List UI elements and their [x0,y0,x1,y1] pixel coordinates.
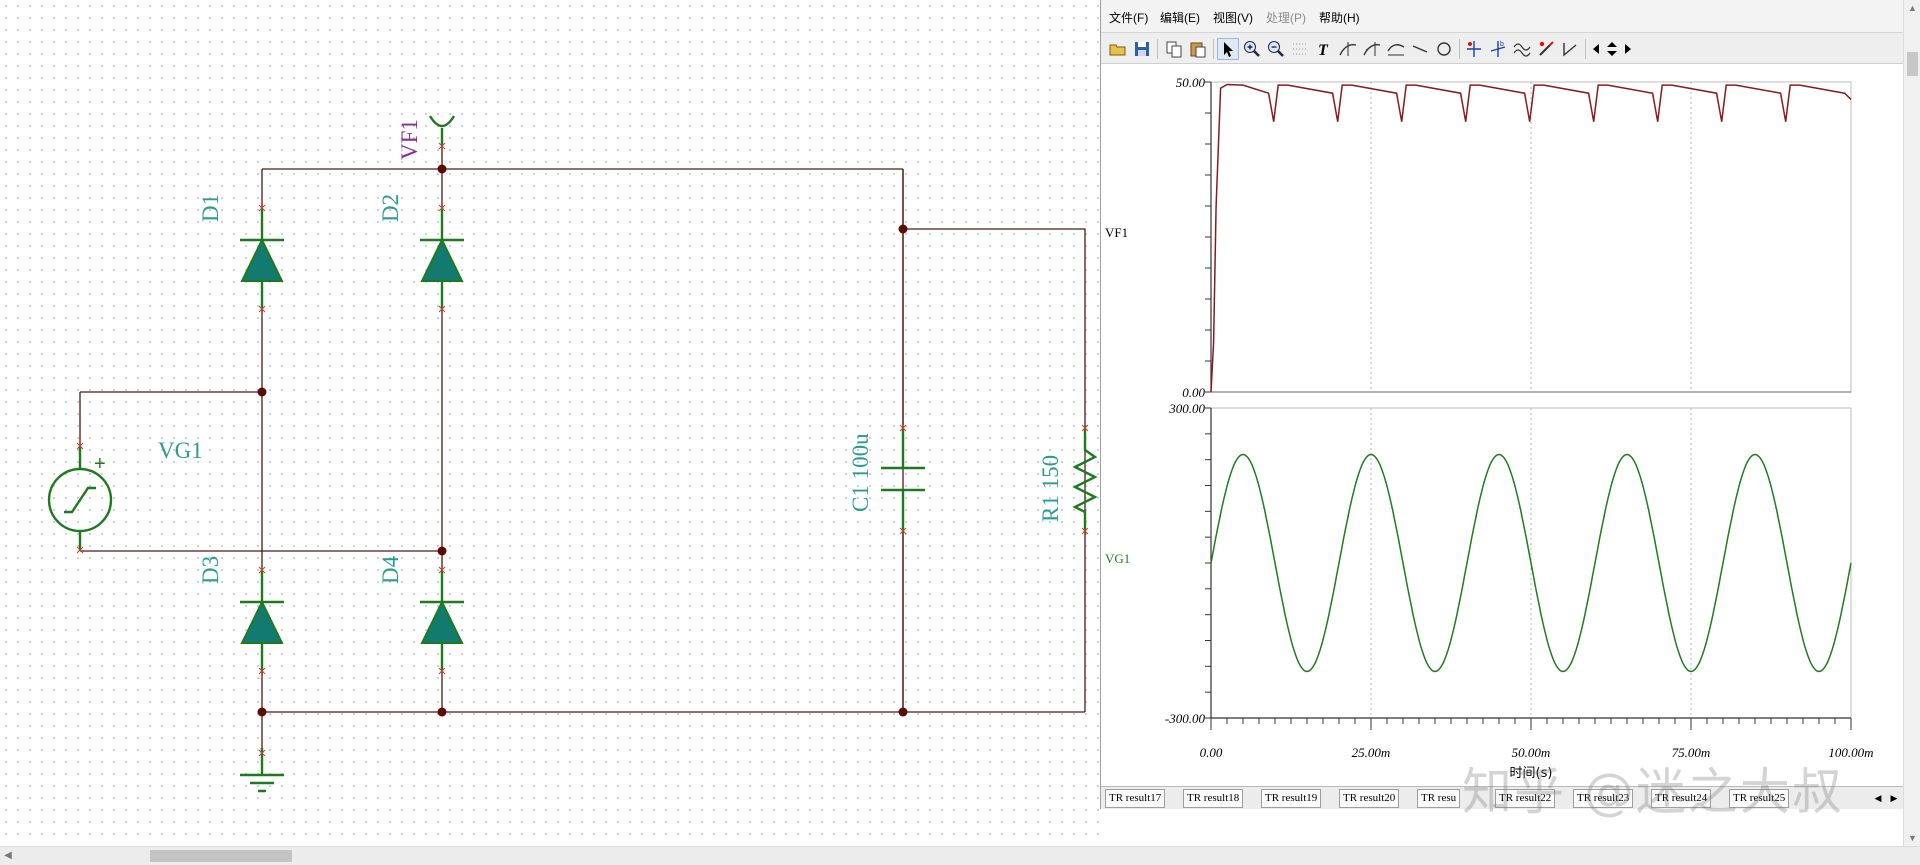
copy-icon[interactable] [1163,38,1185,60]
menu-bar: 文件(F) 编辑(E) 视图(V) 处理(P) 帮助(H) [1101,0,1904,32]
scroll-left-icon[interactable]: ◀ [0,847,16,865]
vf1-signal-label[interactable]: VF1 [1105,225,1128,240]
tab-result19[interactable]: TR result19 [1261,789,1322,808]
vg1-ymin-label: -300.00 [1165,711,1206,726]
zoom-out-icon[interactable] [1265,38,1287,60]
vf1-ymin-label: 0.00 [1182,385,1205,400]
label-d1: D1 [198,194,223,222]
tab-result17[interactable]: TR result17 [1105,789,1166,808]
menu-view[interactable]: 视图(V) [1213,9,1253,26]
cursor-a-icon[interactable] [1337,38,1359,60]
y-axis-ticks [1205,81,1211,719]
line-icon[interactable] [1409,38,1431,60]
diode-d1[interactable] [240,208,284,310]
updown-icon[interactable] [1603,38,1621,60]
tab-result21[interactable]: TR resu [1417,789,1461,808]
pin-markers [76,142,1089,757]
probe-icon[interactable] [1535,38,1557,60]
tab-result24[interactable]: TR result24 [1651,789,1712,808]
paste-icon[interactable] [1187,38,1209,60]
svg-text:b: b [1500,41,1504,48]
tab-result20[interactable]: TR result20 [1339,789,1400,808]
diode-d2[interactable] [420,208,464,310]
x-tick-label: 75.00m [1672,745,1711,760]
junctions [257,164,908,717]
label-vf1: VF1 [397,119,422,160]
save-icon[interactable] [1131,38,1153,60]
vf1-ymax-label: 50.00 [1176,75,1206,90]
x-tick-label: 50.00m [1512,745,1551,760]
menu-help[interactable]: 帮助(H) [1319,9,1360,26]
cursor-b-icon[interactable] [1361,38,1383,60]
circuit-diagram: D1 D2 D3 D4 C1 100u R1 150 VF1 VG1 + [47,115,1098,793]
cursor-c-icon[interactable] [1385,38,1407,60]
label-d2: D2 [378,194,403,222]
x-tick-label: 100.00m [1828,745,1873,760]
tab-result25[interactable]: TR result25 [1729,789,1790,808]
marker-a-icon[interactable] [1463,38,1485,60]
step-icon[interactable] [1559,38,1581,60]
scrollbar-thumb[interactable] [150,850,292,862]
x-tick-label: 25.00m [1352,745,1391,760]
diode-d4[interactable] [420,570,464,672]
diode-d3[interactable] [240,570,284,672]
menu-edit[interactable]: 编辑(E) [1160,9,1200,26]
x-axis-ticks [1210,718,1852,730]
tab-result23[interactable]: TR result23 [1573,789,1634,808]
menu-file[interactable]: 文件(F) [1109,9,1148,26]
wires [79,143,1086,770]
schematic-canvas[interactable]: D1 D2 D3 D4 C1 100u R1 150 VF1 VG1 + [0,0,1100,845]
svg-text:T: T [1318,42,1329,59]
marker-b-icon[interactable]: b [1487,38,1509,60]
x-tick-label: 0.00 [1200,745,1223,760]
text-icon[interactable]: T [1313,38,1335,60]
tab-scroll-left-icon[interactable]: ◀ [1871,790,1885,806]
grapher-window: 文件(F) 编辑(E) 视图(V) 处理(P) 帮助(H) T b 50.00 … [1100,0,1904,809]
label-d4: D4 [378,555,403,584]
pointer-icon[interactable] [1217,38,1239,60]
menu-process[interactable]: 处理(P) [1266,9,1306,26]
horizontal-scrollbar[interactable]: ◀ [0,846,1920,865]
prev-icon[interactable] [1589,38,1603,60]
tab-result18[interactable]: TR result18 [1183,789,1244,808]
label-d3: D3 [198,556,223,584]
open-icon[interactable] [1107,38,1129,60]
result-tabs: TR result17 TR result18 TR result19 TR r… [1101,786,1904,809]
tab-scroll-right-icon[interactable]: ▶ [1887,790,1901,806]
label-r1: R1 150 [1038,455,1063,522]
tab-result22[interactable]: TR result22 [1495,789,1556,808]
zoom-in-icon[interactable] [1241,38,1263,60]
probe-vf1[interactable] [428,115,456,146]
vscroll-thumb[interactable] [1907,52,1918,76]
ground-symbol[interactable] [240,748,284,793]
vg1-ymax-label: 300.00 [1168,401,1205,416]
plus-sign: + [94,453,106,475]
x-axis-label: 时间(s) [1510,766,1553,781]
next-icon[interactable] [1621,38,1635,60]
vertical-scrollbar[interactable]: ▲ ▼ [1903,0,1920,846]
label-vg1: VG1 [158,438,203,463]
label-c1: C1 100u [848,433,873,512]
waveform-icon[interactable] [1511,38,1533,60]
waveform-plots[interactable]: 50.00 0.00 300.00 -300.00 VF1 VG1 0.00 2… [1101,63,1904,785]
scroll-down-icon[interactable]: ▼ [1904,830,1920,846]
vg1-signal-label[interactable]: VG1 [1105,551,1130,566]
circle-icon[interactable] [1433,38,1455,60]
grid-icon[interactable] [1289,38,1311,60]
scroll-up-icon[interactable]: ▲ [1904,0,1920,16]
toolbar: T b [1101,32,1904,64]
